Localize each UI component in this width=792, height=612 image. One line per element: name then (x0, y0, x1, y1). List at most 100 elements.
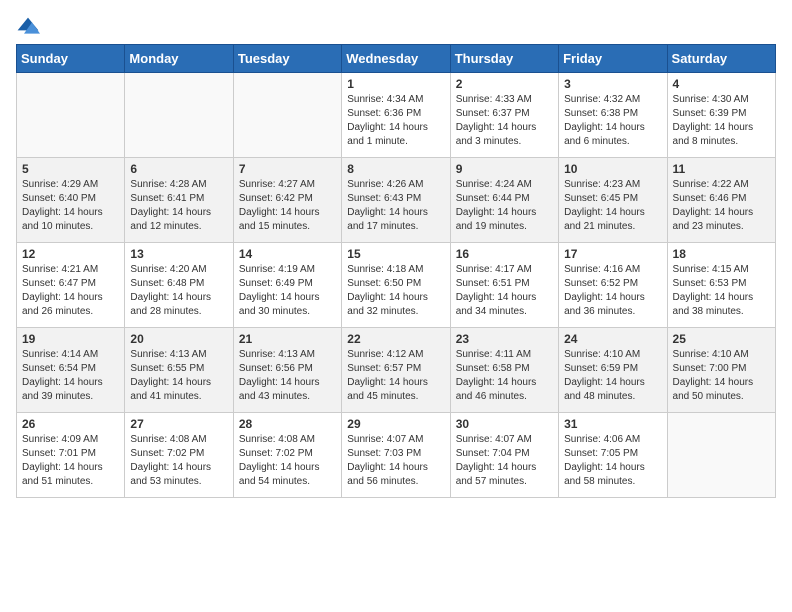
day-number: 20 (130, 332, 227, 346)
day-content: Sunrise: 4:13 AM Sunset: 6:55 PM Dayligh… (130, 348, 227, 404)
day-number: 26 (22, 417, 119, 431)
day-number: 17 (564, 247, 661, 261)
calendar-cell: 29Sunrise: 4:07 AM Sunset: 7:03 PM Dayli… (342, 413, 450, 498)
day-content: Sunrise: 4:12 AM Sunset: 6:57 PM Dayligh… (347, 348, 444, 404)
day-content: Sunrise: 4:32 AM Sunset: 6:38 PM Dayligh… (564, 93, 661, 149)
day-content: Sunrise: 4:14 AM Sunset: 6:54 PM Dayligh… (22, 348, 119, 404)
day-number: 8 (347, 162, 444, 176)
page-header (16, 16, 776, 36)
day-content: Sunrise: 4:08 AM Sunset: 7:02 PM Dayligh… (130, 433, 227, 489)
weekday-header-row: SundayMondayTuesdayWednesdayThursdayFrid… (17, 45, 776, 73)
day-number: 13 (130, 247, 227, 261)
day-number: 5 (22, 162, 119, 176)
day-content: Sunrise: 4:07 AM Sunset: 7:04 PM Dayligh… (456, 433, 553, 489)
day-content: Sunrise: 4:26 AM Sunset: 6:43 PM Dayligh… (347, 178, 444, 234)
day-content: Sunrise: 4:23 AM Sunset: 6:45 PM Dayligh… (564, 178, 661, 234)
calendar-week-row: 26 Sunrise: 4:09 AM Sunset: 7:01 PM Dayli… (17, 413, 776, 498)
day-content: Sunrise: 4:22 AM Sunset: 6:46 PM Dayligh… (673, 178, 770, 234)
calendar-cell: 13 Sunrise: 4:20 AM Sunset: 6:48 PM Dayli… (125, 243, 233, 328)
day-content: Sunrise: 4:28 AM Sunset: 6:41 PM Dayligh… (130, 178, 227, 234)
logo (16, 16, 44, 36)
day-number: 27 (130, 417, 227, 431)
calendar-cell: 15 Sunrise: 4:18 AM Sunset: 6:50 PM Dayli… (342, 243, 450, 328)
day-number: 28 (239, 417, 336, 431)
day-content: Sunrise: 4:30 AM Sunset: 6:39 PM Dayligh… (673, 93, 770, 149)
day-content: Sunrise: 4:09 AM Sunset: 7:01 PM Dayligh… (22, 433, 119, 489)
calendar-cell: 12 Sunrise: 4:21 AM Sunset: 6:47 PM Dayli… (17, 243, 125, 328)
day-number: 19 (22, 332, 119, 346)
calendar-cell (233, 73, 341, 158)
calendar-cell: 23Sunrise: 4:11 AM Sunset: 6:58 PM Dayli… (450, 328, 558, 413)
day-number: 25 (673, 332, 770, 346)
calendar-cell: 26 Sunrise: 4:09 AM Sunset: 7:01 PM Dayli… (17, 413, 125, 498)
weekday-header: Monday (125, 45, 233, 73)
calendar-cell: 2 Sunrise: 4:33 AM Sunset: 6:37 PM Daylig… (450, 73, 558, 158)
day-number: 14 (239, 247, 336, 261)
day-number: 7 (239, 162, 336, 176)
day-content: Sunrise: 4:24 AM Sunset: 6:44 PM Dayligh… (456, 178, 553, 234)
day-number: 6 (130, 162, 227, 176)
calendar-cell (667, 413, 775, 498)
weekday-header: Wednesday (342, 45, 450, 73)
calendar-cell: 17 Sunrise: 4:16 AM Sunset: 6:52 PM Dayli… (559, 243, 667, 328)
weekday-header: Friday (559, 45, 667, 73)
day-number: 18 (673, 247, 770, 261)
day-number: 2 (456, 77, 553, 91)
calendar-table: SundayMondayTuesdayWednesdayThursdayFrid… (16, 44, 776, 498)
day-content: Sunrise: 4:19 AM Sunset: 6:49 PM Dayligh… (239, 263, 336, 319)
weekday-header: Sunday (17, 45, 125, 73)
day-number: 29 (347, 417, 444, 431)
day-number: 16 (456, 247, 553, 261)
day-content: Sunrise: 4:11 AM Sunset: 6:58 PM Dayligh… (456, 348, 553, 404)
calendar-cell: 22 Sunrise: 4:12 AM Sunset: 6:57 PM Dayli… (342, 328, 450, 413)
calendar-cell: 8 Sunrise: 4:26 AM Sunset: 6:43 PM Daylig… (342, 158, 450, 243)
day-content: Sunrise: 4:20 AM Sunset: 6:48 PM Dayligh… (130, 263, 227, 319)
day-number: 9 (456, 162, 553, 176)
day-content: Sunrise: 4:34 AM Sunset: 6:36 PM Dayligh… (347, 93, 444, 149)
day-number: 31 (564, 417, 661, 431)
day-number: 11 (673, 162, 770, 176)
calendar-cell: 9 Sunrise: 4:24 AM Sunset: 6:44 PM Daylig… (450, 158, 558, 243)
day-number: 10 (564, 162, 661, 176)
calendar-cell: 7 Sunrise: 4:27 AM Sunset: 6:42 PM Daylig… (233, 158, 341, 243)
calendar-week-row: 12 Sunrise: 4:21 AM Sunset: 6:47 PM Dayli… (17, 243, 776, 328)
calendar-cell: 21Sunrise: 4:13 AM Sunset: 6:56 PM Dayli… (233, 328, 341, 413)
day-content: Sunrise: 4:33 AM Sunset: 6:37 PM Dayligh… (456, 93, 553, 149)
weekday-header: Tuesday (233, 45, 341, 73)
weekday-header: Thursday (450, 45, 558, 73)
calendar-cell: 5 Sunrise: 4:29 AM Sunset: 6:40 PM Daylig… (17, 158, 125, 243)
day-content: Sunrise: 4:16 AM Sunset: 6:52 PM Dayligh… (564, 263, 661, 319)
day-number: 21 (239, 332, 336, 346)
calendar-cell: 25Sunrise: 4:10 AM Sunset: 7:00 PM Dayli… (667, 328, 775, 413)
day-content: Sunrise: 4:21 AM Sunset: 6:47 PM Dayligh… (22, 263, 119, 319)
day-number: 4 (673, 77, 770, 91)
calendar-cell: 11 Sunrise: 4:22 AM Sunset: 6:46 PM Dayli… (667, 158, 775, 243)
calendar-cell: 19 Sunrise: 4:14 AM Sunset: 6:54 PM Dayli… (17, 328, 125, 413)
logo-icon (16, 16, 40, 36)
calendar-week-row: 19 Sunrise: 4:14 AM Sunset: 6:54 PM Dayli… (17, 328, 776, 413)
day-number: 30 (456, 417, 553, 431)
calendar-cell: 31 Sunrise: 4:06 AM Sunset: 7:05 PM Dayli… (559, 413, 667, 498)
calendar-cell: 27 Sunrise: 4:08 AM Sunset: 7:02 PM Dayli… (125, 413, 233, 498)
calendar-cell: 24Sunrise: 4:10 AM Sunset: 6:59 PM Dayli… (559, 328, 667, 413)
day-number: 12 (22, 247, 119, 261)
day-content: Sunrise: 4:10 AM Sunset: 6:59 PM Dayligh… (564, 348, 661, 404)
day-content: Sunrise: 4:15 AM Sunset: 6:53 PM Dayligh… (673, 263, 770, 319)
calendar-cell (17, 73, 125, 158)
weekday-header: Saturday (667, 45, 775, 73)
day-content: Sunrise: 4:29 AM Sunset: 6:40 PM Dayligh… (22, 178, 119, 234)
day-content: Sunrise: 4:17 AM Sunset: 6:51 PM Dayligh… (456, 263, 553, 319)
day-content: Sunrise: 4:18 AM Sunset: 6:50 PM Dayligh… (347, 263, 444, 319)
calendar-cell: 16 Sunrise: 4:17 AM Sunset: 6:51 PM Dayli… (450, 243, 558, 328)
calendar-cell: 30 Sunrise: 4:07 AM Sunset: 7:04 PM Dayli… (450, 413, 558, 498)
calendar-cell: 4 Sunrise: 4:30 AM Sunset: 6:39 PM Daylig… (667, 73, 775, 158)
day-content: Sunrise: 4:08 AM Sunset: 7:02 PM Dayligh… (239, 433, 336, 489)
day-content: Sunrise: 4:06 AM Sunset: 7:05 PM Dayligh… (564, 433, 661, 489)
day-number: 22 (347, 332, 444, 346)
calendar-cell: 20 Sunrise: 4:13 AM Sunset: 6:55 PM Dayli… (125, 328, 233, 413)
day-content: Sunrise: 4:27 AM Sunset: 6:42 PM Dayligh… (239, 178, 336, 234)
calendar-cell (125, 73, 233, 158)
calendar-week-row: 1Sunrise: 4:34 AM Sunset: 6:36 PM Daylig… (17, 73, 776, 158)
day-number: 15 (347, 247, 444, 261)
calendar-cell: 1Sunrise: 4:34 AM Sunset: 6:36 PM Daylig… (342, 73, 450, 158)
